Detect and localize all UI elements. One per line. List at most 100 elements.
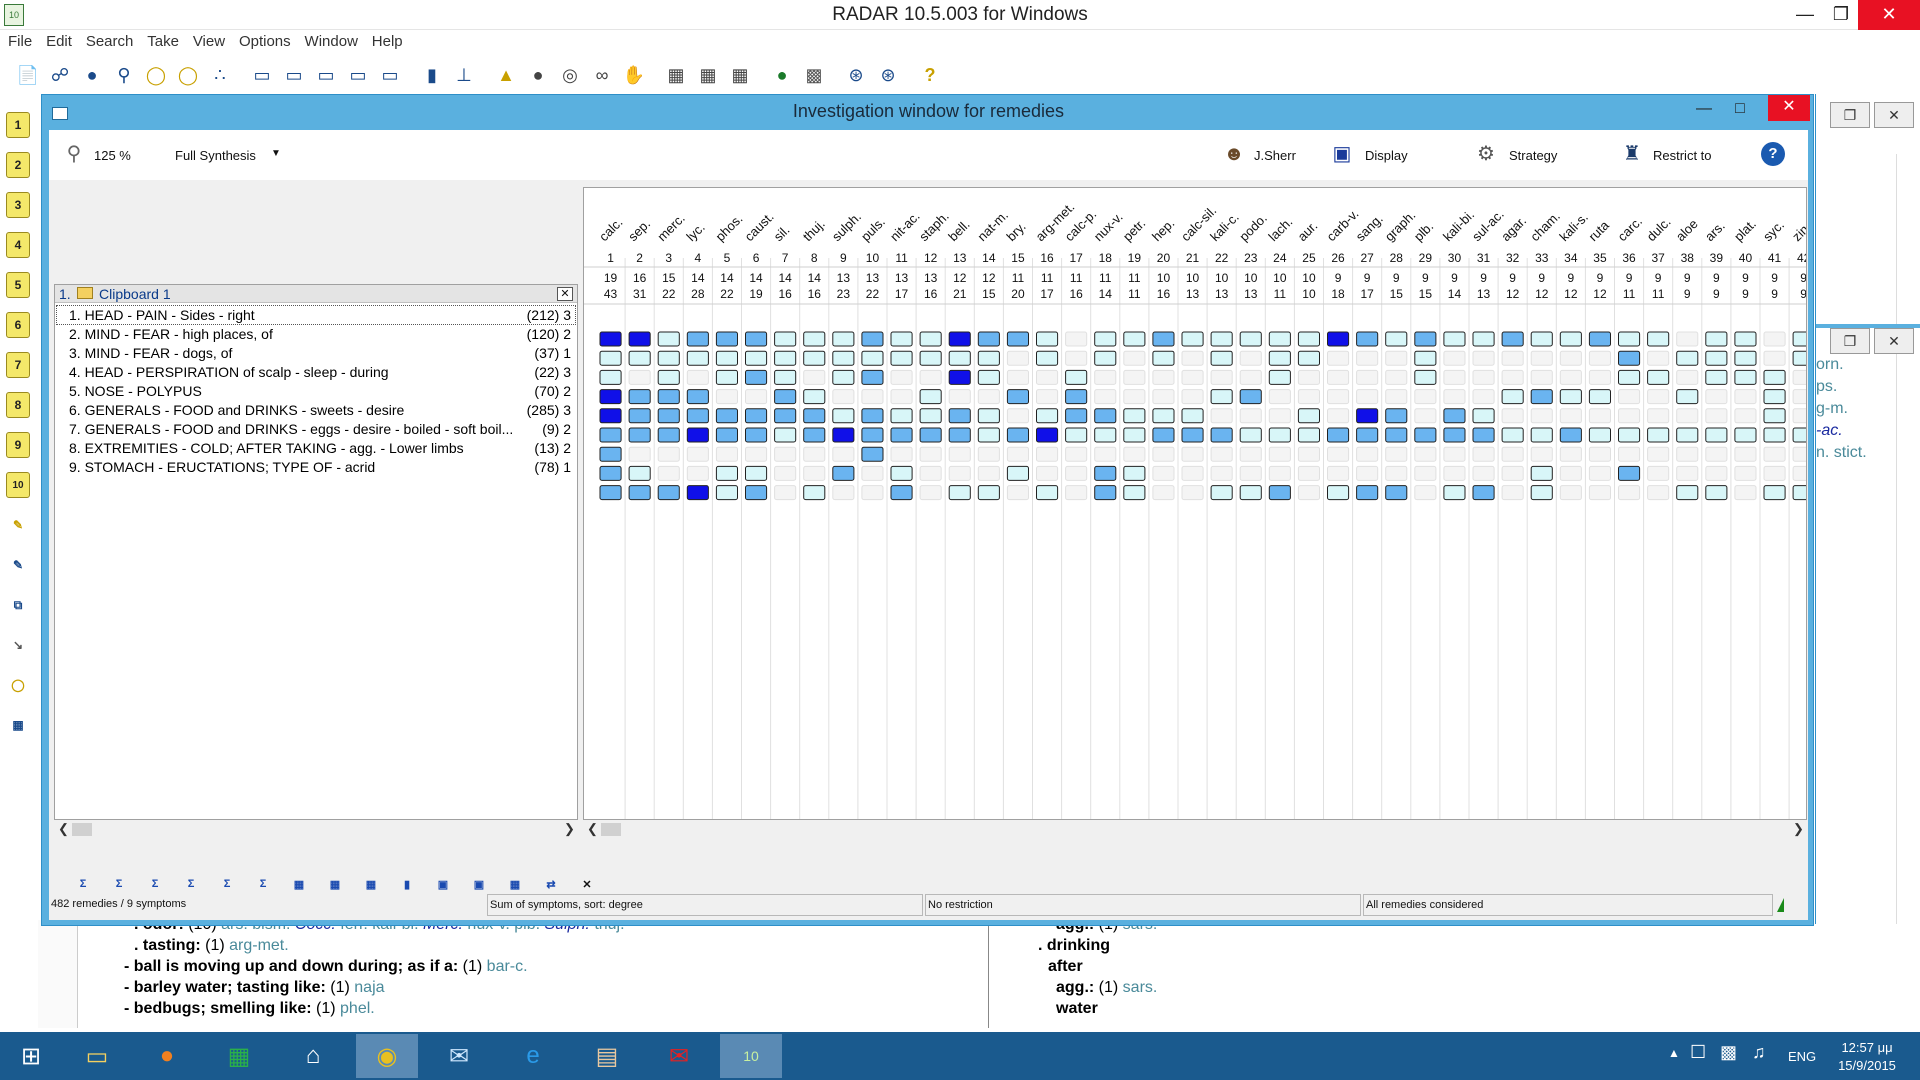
help-icon[interactable]: ? bbox=[1761, 142, 1785, 166]
grade-cell[interactable] bbox=[1123, 446, 1146, 462]
grade-cell[interactable] bbox=[977, 427, 1000, 443]
grade-cell[interactable] bbox=[1210, 465, 1233, 481]
grade-cell[interactable] bbox=[977, 485, 1000, 501]
document-icon[interactable]: ▤ bbox=[576, 1034, 638, 1078]
grade-cell[interactable] bbox=[861, 465, 884, 481]
grade-cell[interactable] bbox=[1239, 408, 1262, 424]
grade-cell[interactable] bbox=[948, 465, 971, 481]
grade-cell[interactable] bbox=[1385, 369, 1408, 385]
scroll-left-icon[interactable]: ❮ bbox=[587, 821, 598, 837]
menu-view[interactable]: View bbox=[193, 31, 225, 53]
grade-cell[interactable] bbox=[1763, 408, 1786, 424]
store-icon[interactable]: ▦ bbox=[208, 1034, 270, 1078]
clipboard-7-button[interactable]: 7 bbox=[6, 352, 30, 378]
remedy-name[interactable]: nit-ac. bbox=[887, 208, 923, 244]
grade-cell[interactable] bbox=[890, 389, 913, 405]
grade-cell[interactable] bbox=[861, 408, 884, 424]
grade-cell[interactable] bbox=[1356, 446, 1379, 462]
chart-icon[interactable]: ↘ bbox=[6, 632, 30, 658]
grade-cell[interactable] bbox=[1239, 331, 1262, 347]
book-open-icon[interactable]: ▦ bbox=[694, 61, 722, 89]
grade-cell[interactable] bbox=[1094, 485, 1117, 501]
grade-cell[interactable] bbox=[1588, 350, 1612, 366]
grade-cell[interactable] bbox=[1385, 446, 1408, 462]
grade-cell[interactable] bbox=[1152, 369, 1175, 385]
remedy-name[interactable]: lyc. bbox=[683, 220, 707, 244]
grade-cell[interactable] bbox=[890, 408, 913, 424]
grade-cell[interactable] bbox=[628, 485, 651, 501]
grade-cell[interactable] bbox=[1734, 389, 1757, 405]
grade-cell[interactable] bbox=[686, 408, 709, 424]
clipboard-3-button[interactable]: 3 bbox=[6, 192, 30, 218]
grade-cell[interactable] bbox=[948, 446, 971, 462]
grade-cell[interactable] bbox=[1647, 389, 1670, 405]
grade-cell[interactable] bbox=[1734, 427, 1757, 443]
clipboard-header[interactable]: 1. Clipboard 1 ✕ bbox=[55, 285, 577, 303]
gear-icon[interactable]: ⚙ bbox=[1473, 140, 1499, 168]
grade-cell[interactable] bbox=[715, 331, 738, 347]
grade-cell[interactable] bbox=[1036, 427, 1059, 443]
grade-cell[interactable] bbox=[1530, 485, 1553, 501]
grade-cell[interactable] bbox=[919, 408, 942, 424]
grade-cell[interactable] bbox=[1501, 465, 1524, 481]
remedy-name[interactable]: cham. bbox=[1527, 208, 1563, 244]
grade-cell[interactable] bbox=[686, 369, 709, 385]
grade-cell[interactable] bbox=[1414, 408, 1437, 424]
grade-cell[interactable] bbox=[1123, 485, 1146, 501]
grade-cell[interactable] bbox=[1065, 465, 1088, 481]
grade-cell[interactable] bbox=[1297, 350, 1321, 366]
grade-cell[interactable] bbox=[1297, 408, 1321, 424]
grade-cell[interactable] bbox=[1618, 408, 1641, 424]
grade-cell[interactable] bbox=[1472, 369, 1495, 385]
grade-cell[interactable] bbox=[1152, 389, 1175, 405]
grade-cell[interactable] bbox=[1530, 465, 1553, 481]
grade-cell[interactable] bbox=[1472, 389, 1495, 405]
grade-cell[interactable] bbox=[1036, 350, 1059, 366]
grade-cell[interactable] bbox=[1268, 465, 1291, 481]
grade-cell[interactable] bbox=[1006, 408, 1029, 424]
grid-hscrollbar[interactable]: ❮ ❯ bbox=[583, 821, 1807, 837]
grade-cell[interactable] bbox=[1297, 389, 1321, 405]
grade-cell[interactable] bbox=[832, 331, 855, 347]
grade-cell[interactable] bbox=[1356, 485, 1379, 501]
grade-cell[interactable] bbox=[1588, 389, 1612, 405]
grade-cell[interactable] bbox=[1530, 389, 1553, 405]
grade-cell[interactable] bbox=[1618, 446, 1641, 462]
spiral-icon[interactable]: ∞ bbox=[588, 61, 616, 89]
grade-cell[interactable] bbox=[657, 389, 680, 405]
remedy-name[interactable]: merc. bbox=[654, 211, 688, 245]
bulb-icon[interactable]: ◯ bbox=[6, 672, 30, 698]
grade-cell[interactable] bbox=[1385, 465, 1408, 481]
remedy-name[interactable]: kali-s. bbox=[1556, 210, 1591, 245]
grade-cell[interactable] bbox=[1123, 465, 1146, 481]
grade-cell[interactable] bbox=[919, 465, 942, 481]
file-explorer-icon[interactable]: ▭ bbox=[66, 1034, 128, 1078]
grade-cell[interactable] bbox=[1530, 446, 1553, 462]
pencil-icon[interactable]: ✎ bbox=[6, 512, 30, 538]
grade-cell[interactable] bbox=[686, 446, 709, 462]
grade-cell[interactable] bbox=[628, 350, 651, 366]
remedy-name[interactable]: podo. bbox=[1236, 211, 1270, 245]
grade-cell[interactable] bbox=[1792, 485, 1807, 501]
grade-cell[interactable] bbox=[1647, 408, 1670, 424]
grade-cell[interactable] bbox=[1327, 446, 1350, 462]
grade-cell[interactable] bbox=[774, 408, 797, 424]
grade-cell[interactable] bbox=[1588, 331, 1612, 347]
grade-cell[interactable] bbox=[1210, 485, 1233, 501]
grade-cell[interactable] bbox=[832, 408, 855, 424]
grade-cell[interactable] bbox=[1530, 427, 1553, 443]
grade-cell[interactable] bbox=[1327, 408, 1350, 424]
grade-cell[interactable] bbox=[1006, 369, 1029, 385]
grade-cell[interactable] bbox=[1676, 408, 1699, 424]
grade-cell[interactable] bbox=[745, 465, 768, 481]
symptom-row[interactable]: 6. GENERALS - FOOD and DRINKS - sweets -… bbox=[57, 401, 575, 419]
folder-icon[interactable]: ▭ bbox=[248, 61, 276, 89]
grade-cell[interactable] bbox=[1734, 350, 1757, 366]
menu-edit[interactable]: Edit bbox=[46, 31, 72, 53]
grade-cell[interactable] bbox=[1094, 350, 1117, 366]
grade-cell[interactable] bbox=[1647, 446, 1670, 462]
grade-cell[interactable] bbox=[1501, 446, 1524, 462]
grade-cell[interactable] bbox=[1210, 408, 1233, 424]
grade-cell[interactable] bbox=[1530, 369, 1553, 385]
grade-cell[interactable] bbox=[686, 389, 709, 405]
